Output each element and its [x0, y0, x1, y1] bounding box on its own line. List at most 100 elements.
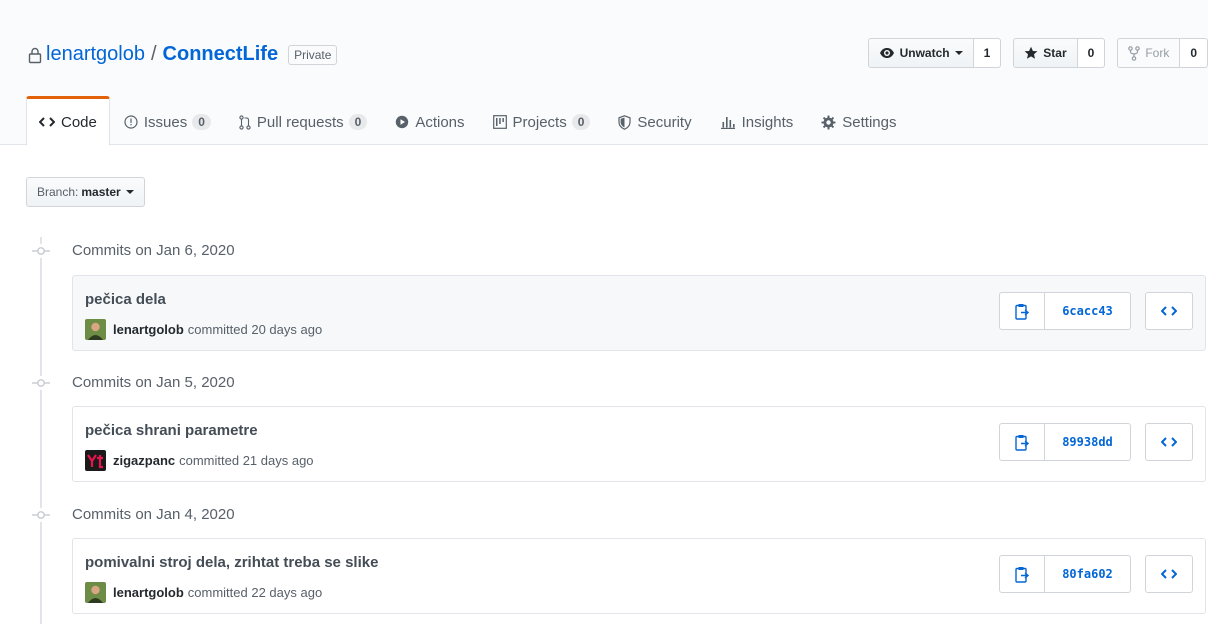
commit-group-title: Commits on Jan 5, 2020	[72, 374, 235, 391]
browse-repo-button[interactable]	[1145, 423, 1193, 461]
commit-meta: lenartgolob committed 20 days ago	[85, 319, 322, 340]
tab-security-label: Security	[637, 113, 692, 131]
commit-message-link[interactable]: pečica dela	[85, 291, 166, 308]
commit-links: 6cacc43	[999, 292, 1193, 330]
commit-author-link[interactable]: zigazpanc	[113, 453, 175, 468]
commits-timeline	[40, 237, 42, 624]
tab-projects-count: 0	[571, 114, 591, 130]
lock-icon	[28, 47, 42, 63]
avatar[interactable]	[85, 450, 106, 471]
branch-prefix: Branch:	[37, 185, 79, 199]
caret-down-icon	[954, 51, 963, 55]
tab-projects-label: Projects	[512, 113, 567, 131]
sha-group: 80fa602	[999, 555, 1131, 593]
commit-time: committed 22 days ago	[187, 585, 323, 600]
unwatch-label: Unwatch	[899, 46, 950, 60]
tab-pull-requests-label: Pull requests	[256, 113, 344, 131]
fork-count[interactable]: 0	[1180, 38, 1208, 68]
commit-sha-link[interactable]: 80fa602	[1045, 555, 1131, 593]
commit-row: pomivalni stroj dela, zrihtat treba se s…	[72, 538, 1206, 614]
commit-row: pečica shrani parametre zigazpanc commit…	[72, 406, 1206, 482]
tab-insights[interactable]: Insights	[706, 96, 808, 145]
play-icon	[396, 115, 409, 129]
commit-message-link[interactable]: pečica shrani parametre	[85, 422, 258, 439]
code-icon	[1161, 437, 1177, 447]
tab-pull-requests-count: 0	[348, 114, 368, 130]
tab-issues-label: Issues	[143, 113, 188, 131]
repo-title: lenartgolob / ConnectLife Private	[28, 43, 338, 66]
tab-projects[interactable]: Projects 0	[479, 96, 605, 145]
tab-code-label: Code	[61, 113, 97, 131]
commit-links: 80fa602	[999, 555, 1193, 593]
star-count[interactable]: 0	[1077, 38, 1106, 68]
repo-name-link[interactable]: ConnectLife	[163, 43, 279, 66]
tab-security[interactable]: Security	[604, 96, 705, 145]
repo-nav: Code Issues 0 Pull requests 0 Actions Pr…	[26, 96, 910, 146]
fork-group: Fork 0	[1117, 38, 1208, 68]
star-icon	[1024, 46, 1038, 59]
commit-author-link[interactable]: lenartgolob	[113, 585, 184, 600]
commit-author-link[interactable]: lenartgolob	[113, 322, 184, 337]
tab-settings-label: Settings	[842, 113, 897, 131]
clipboard-icon	[1015, 566, 1029, 583]
clipboard-icon	[1015, 434, 1029, 451]
code-icon	[1161, 569, 1177, 579]
avatar[interactable]	[85, 582, 106, 603]
tab-insights-label: Insights	[741, 113, 794, 131]
unwatch-button[interactable]: Unwatch	[867, 38, 974, 68]
avatar[interactable]	[85, 319, 106, 340]
commit-node-icon	[32, 508, 50, 522]
clipboard-icon	[1015, 303, 1029, 320]
watch-count[interactable]: 1	[973, 38, 1002, 68]
fork-button[interactable]: Fork	[1117, 38, 1181, 68]
commit-row: pečica dela lenartgolob committed 20 day…	[72, 275, 1206, 351]
code-icon	[39, 117, 55, 127]
tab-code[interactable]: Code	[26, 96, 110, 146]
star-button[interactable]: Star	[1013, 38, 1078, 68]
code-icon	[1161, 306, 1177, 316]
sha-group: 6cacc43	[999, 292, 1131, 330]
pull-request-icon	[239, 114, 251, 130]
tab-pull-requests[interactable]: Pull requests 0	[225, 96, 381, 145]
tab-issues[interactable]: Issues 0	[110, 96, 225, 145]
tab-issues-count: 0	[192, 114, 211, 130]
tab-settings[interactable]: Settings	[807, 96, 910, 145]
commit-time: committed 20 days ago	[187, 322, 323, 337]
browse-repo-button[interactable]	[1145, 555, 1193, 593]
commit-node-icon	[32, 244, 50, 258]
commit-group-title: Commits on Jan 4, 2020	[72, 506, 235, 523]
commit-group-title: Commits on Jan 6, 2020	[72, 242, 235, 259]
branch-name: master	[81, 185, 121, 199]
gear-icon	[821, 115, 836, 129]
issue-icon	[124, 115, 138, 129]
caret-down-icon	[125, 190, 134, 194]
star-group: Star 0	[1013, 38, 1106, 68]
fork-label: Fork	[1145, 46, 1170, 60]
sha-group: 89938dd	[999, 423, 1131, 461]
repo-actions: Unwatch 1 Star 0 Fork 0	[867, 38, 1208, 68]
commit-links: 89938dd	[999, 423, 1193, 461]
tab-actions[interactable]: Actions	[381, 96, 478, 145]
graph-icon	[720, 117, 735, 129]
commit-node-icon	[32, 376, 50, 390]
star-label: Star	[1043, 46, 1067, 60]
commit-meta: zigazpanc committed 21 days ago	[85, 450, 314, 471]
watch-group: Unwatch 1	[867, 38, 1002, 68]
commit-time: committed 21 days ago	[179, 453, 314, 468]
copy-sha-button[interactable]	[999, 423, 1045, 461]
repo-owner-link[interactable]: lenartgolob	[46, 43, 145, 66]
eye-icon	[879, 48, 894, 58]
commit-sha-link[interactable]: 6cacc43	[1045, 292, 1131, 330]
browse-repo-button[interactable]	[1145, 292, 1193, 330]
commit-message-link[interactable]: pomivalni stroj dela, zrihtat treba se s…	[85, 554, 378, 571]
private-badge: Private	[288, 44, 338, 65]
commit-sha-link[interactable]: 89938dd	[1045, 423, 1131, 461]
repo-header: lenartgolob / ConnectLife Private Unwatc…	[0, 0, 1208, 146]
repo-separator: /	[150, 43, 157, 65]
copy-sha-button[interactable]	[999, 555, 1045, 593]
branch-selector[interactable]: Branch: master	[26, 177, 145, 207]
project-icon	[492, 115, 507, 129]
commit-meta: lenartgolob committed 22 days ago	[85, 582, 322, 603]
copy-sha-button[interactable]	[999, 292, 1045, 330]
tab-actions-label: Actions	[415, 113, 465, 131]
